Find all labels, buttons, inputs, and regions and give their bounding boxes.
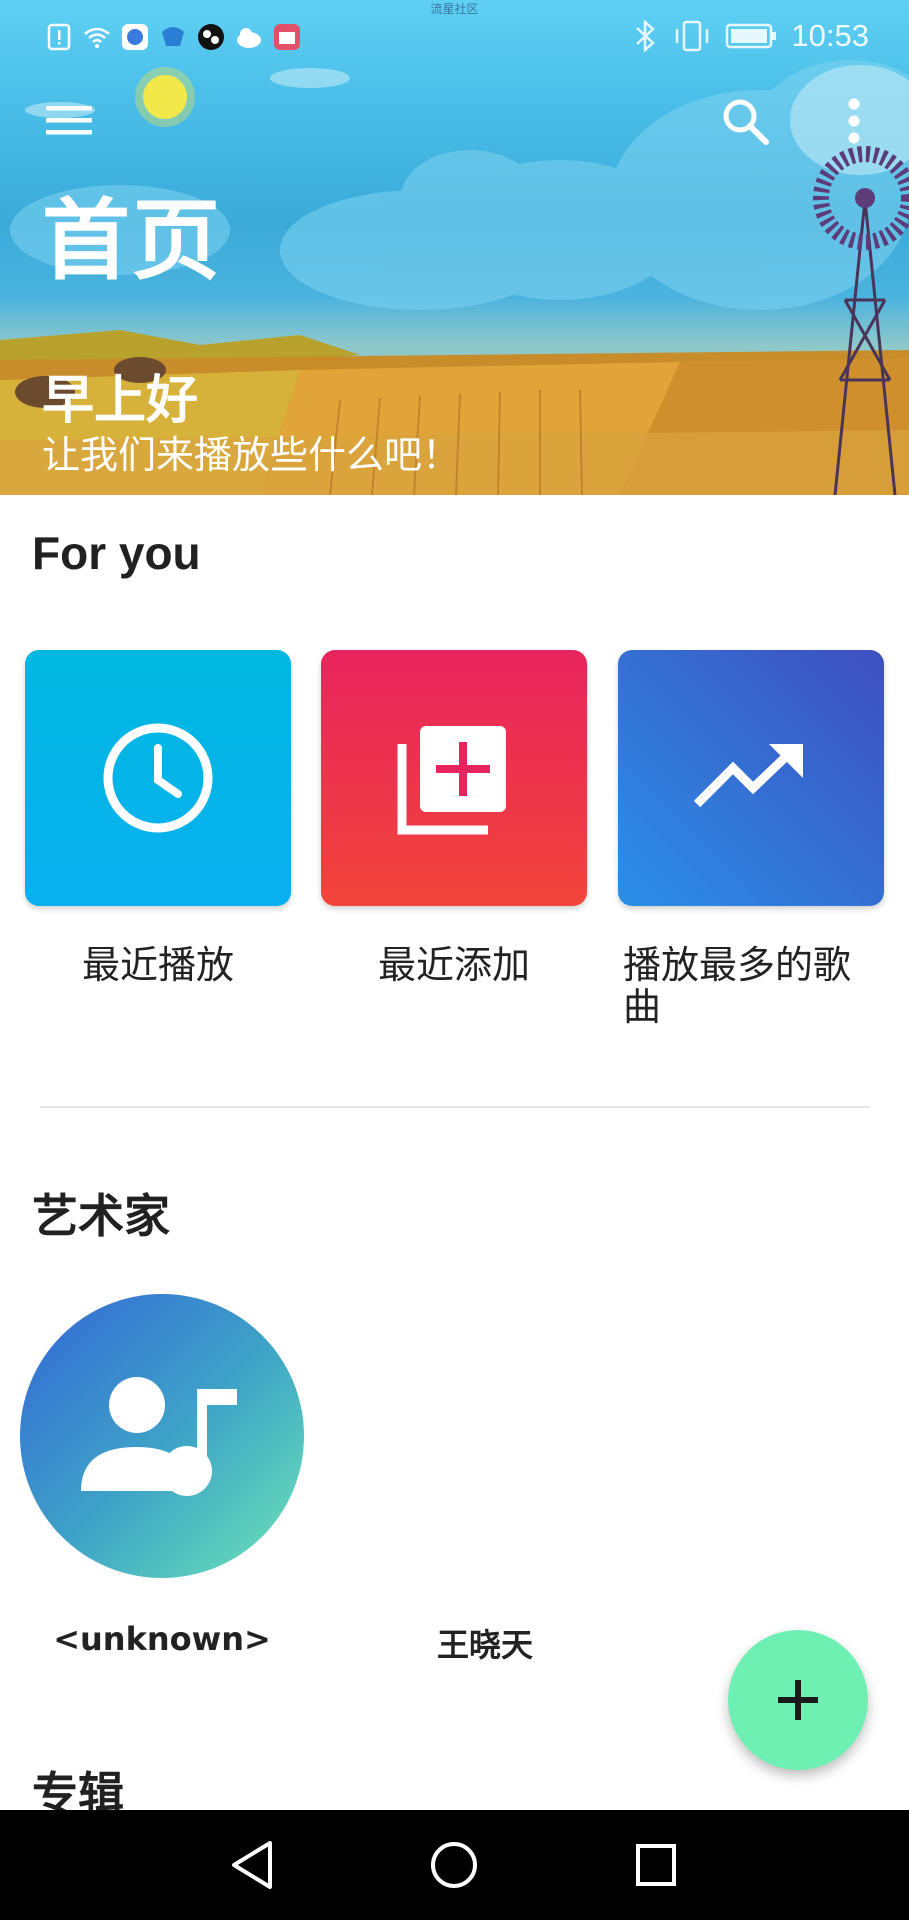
shop-notification-icon	[274, 24, 300, 50]
notification-icons	[44, 22, 302, 52]
wifi-icon	[84, 27, 110, 48]
page-title: 首页	[42, 189, 223, 292]
artist-name[interactable]: 王晓天	[340, 1620, 630, 1666]
artist-music-icon	[81, 1377, 237, 1496]
cloud-alert-icon	[237, 28, 261, 48]
most-played-label: 播放最多的歌曲	[623, 943, 852, 1029]
plus-icon	[778, 1680, 818, 1720]
clock-icon	[103, 723, 213, 833]
chat-notification-icon	[162, 27, 184, 46]
recent-apps-icon[interactable]	[626, 1835, 686, 1895]
menu-icon[interactable]	[40, 96, 102, 146]
greeting-title: 早上好	[42, 371, 199, 431]
artist-name[interactable]: <unknown>	[20, 1620, 304, 1658]
artist-avatar-unknown[interactable]	[20, 1294, 304, 1578]
section-title-artists: 艺术家	[32, 1190, 170, 1242]
section-title-for-you: For you	[32, 527, 201, 579]
recently-played-card[interactable]	[25, 650, 291, 906]
recently-added-card[interactable]	[321, 650, 587, 906]
battery-icon	[726, 23, 777, 49]
status-bar: 10:53	[0, 0, 909, 78]
library-add-icon	[397, 726, 506, 835]
greeting-subtitle: 让我们来播放些什么吧！	[42, 433, 461, 477]
system-navigation-bar	[0, 1810, 909, 1920]
add-fab-button[interactable]	[728, 1630, 868, 1770]
bluetooth-icon	[636, 19, 656, 53]
sim-alert-icon	[47, 23, 71, 51]
section-divider	[40, 1106, 870, 1108]
app-notification-icon	[122, 24, 148, 50]
home-icon[interactable]	[424, 1835, 484, 1895]
trending-up-icon	[693, 744, 803, 808]
search-icon[interactable]	[718, 94, 774, 150]
vibrate-icon	[676, 20, 709, 52]
system-status: 10:53	[633, 18, 869, 54]
back-icon[interactable]	[222, 1835, 282, 1895]
app-notification-icon	[198, 24, 224, 50]
most-played-card[interactable]	[618, 650, 884, 906]
recently-added-label: 最近添加	[377, 943, 530, 987]
more-options-icon[interactable]	[834, 94, 874, 150]
home-screen: 流星社区 10:53 首页 早上好 让我们来播放些什么吧！ For you 最近…	[0, 0, 909, 1920]
clock-time: 10:53	[791, 18, 869, 53]
header-banner: 流星社区 10:53 首页 早上好 让我们来播放些什么吧！	[0, 0, 909, 495]
recently-played-label: 最近播放	[81, 943, 234, 987]
